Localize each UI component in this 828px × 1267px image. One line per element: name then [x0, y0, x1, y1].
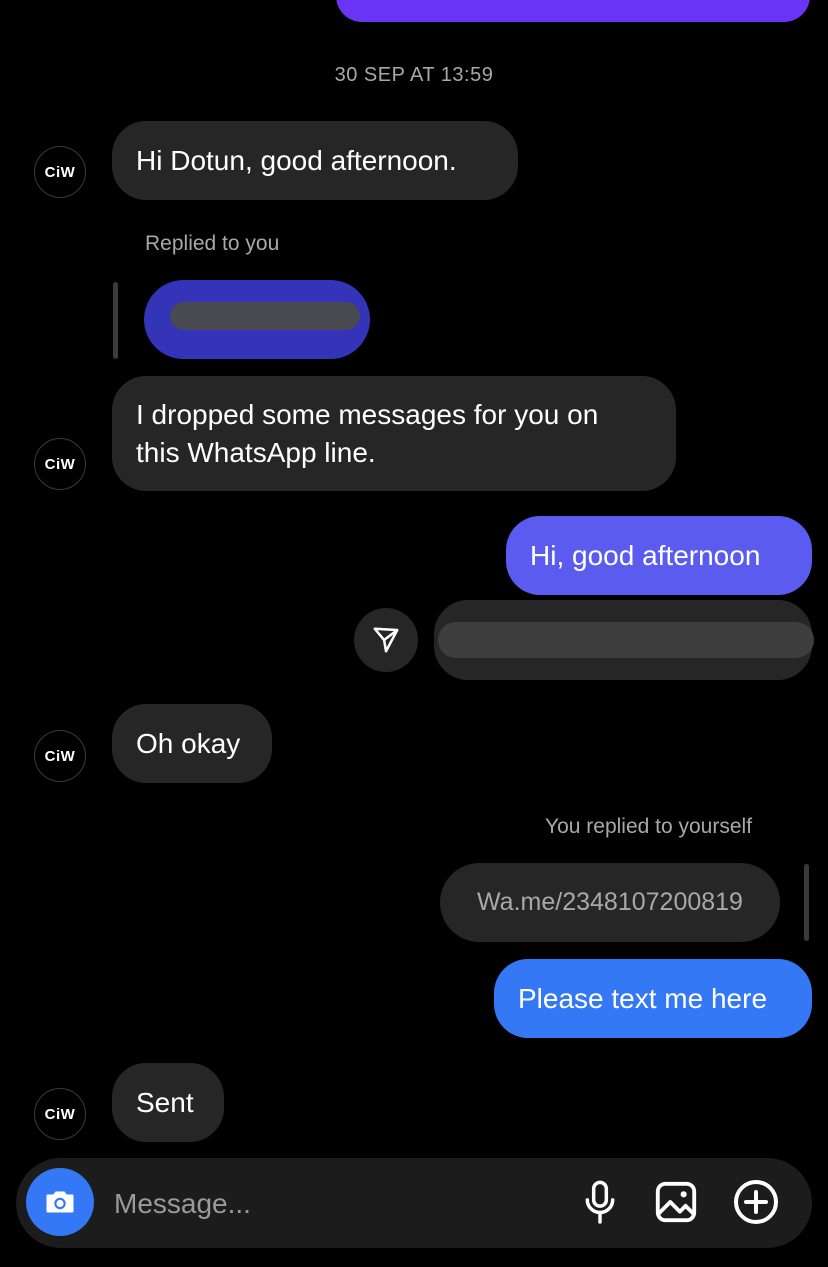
reply-label: Replied to you [145, 232, 280, 255]
reply-quote-bar [113, 282, 118, 359]
contact-avatar[interactable]: CiW [34, 1088, 86, 1140]
outgoing-message[interactable]: Please text me here [494, 959, 812, 1038]
plus-button[interactable] [732, 1178, 780, 1226]
contact-avatar[interactable]: CiW [34, 730, 86, 782]
quoted-message-bubble[interactable] [144, 280, 370, 359]
avatar-text: CiW [44, 455, 76, 473]
message-text-line-1: I dropped some messages for you on [136, 398, 599, 430]
camera-button[interactable] [26, 1168, 94, 1236]
contact-avatar[interactable]: CiW [34, 438, 86, 490]
image-icon [655, 1181, 697, 1223]
outgoing-message[interactable]: Hi, good afternoon [506, 516, 812, 595]
redaction-mark [438, 622, 814, 658]
message-input[interactable] [112, 1180, 556, 1228]
avatar-text: CiW [44, 163, 76, 181]
microphone-button[interactable] [578, 1178, 622, 1228]
microphone-icon [585, 1180, 615, 1224]
shared-post-bubble[interactable] [434, 600, 814, 680]
quoted-message-bubble[interactable]: Wa.me/2348107200819 [440, 863, 780, 942]
quoted-link-text: Wa.me/2348107200819 [477, 888, 743, 916]
plus-icon [734, 1180, 778, 1224]
message-text: Hi Dotun, good afternoon. [136, 144, 457, 176]
message-text: Oh okay [136, 727, 241, 759]
gallery-button[interactable] [652, 1178, 700, 1226]
share-button[interactable] [354, 608, 418, 672]
message-text: Hi, good afternoon [530, 539, 761, 571]
incoming-message[interactable]: Sent [112, 1063, 224, 1142]
reply-label: You replied to yourself [545, 815, 753, 838]
message-text-line-2: this WhatsApp line. [136, 436, 376, 468]
avatar-text: CiW [44, 1105, 76, 1123]
message-text: Sent [136, 1086, 194, 1118]
send-icon [373, 627, 399, 653]
avatar-text: CiW [44, 747, 76, 765]
contact-avatar[interactable]: CiW [34, 146, 86, 198]
reply-quote-bar [804, 864, 809, 941]
camera-icon [46, 1191, 74, 1213]
incoming-message[interactable]: I dropped some messages for you on this … [112, 376, 676, 491]
incoming-message[interactable]: Hi Dotun, good afternoon. [112, 121, 518, 200]
redaction-mark [170, 302, 360, 330]
chat-timestamp: 30 SEP AT 13:59 [334, 64, 494, 86]
previous-outgoing-bubble[interactable] [336, 0, 810, 22]
message-text: Please text me here [518, 982, 768, 1014]
incoming-message[interactable]: Oh okay [112, 704, 272, 783]
